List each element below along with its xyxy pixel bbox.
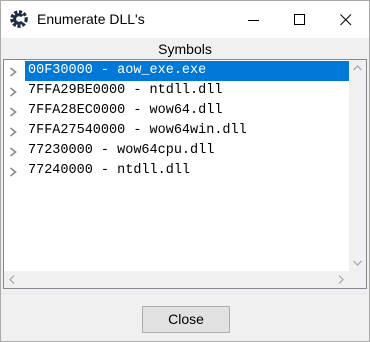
list-header: Symbols	[1, 38, 369, 60]
vertical-scrollbar[interactable]	[349, 60, 366, 271]
scroll-left-arrow-icon[interactable]	[9, 275, 15, 284]
list-item-text: 7FFA28EC0000 - wow64.dll	[28, 103, 223, 118]
list-item-text: 00F30000 - aow_exe.exe	[28, 63, 207, 78]
list-item-text: 7FFA29BE0000 - ntdll.dll	[28, 83, 223, 98]
list-item[interactable]: 77240000 - ntdll.dll	[4, 161, 350, 181]
title-bar[interactable]: Enumerate DLL's	[1, 1, 369, 38]
list-item-text: 77240000 - ntdll.dll	[28, 163, 191, 178]
symbols-list[interactable]: 00F30000 - aow_exe.exe 7FFA29BE0000 - nt…	[3, 59, 367, 289]
minimize-button[interactable]	[231, 1, 277, 38]
divider	[1, 293, 369, 294]
close-button[interactable]: Close	[142, 306, 230, 333]
chevron-right-icon[interactable]	[9, 87, 18, 97]
window-title: Enumerate DLL's	[37, 11, 145, 27]
list-item-text: 77230000 - wow64cpu.dll	[28, 143, 215, 158]
chevron-right-icon[interactable]	[9, 127, 18, 137]
chevron-right-icon[interactable]	[9, 67, 18, 77]
list-item-text: 7FFA27540000 - wow64win.dll	[28, 123, 247, 138]
scroll-down-arrow-icon[interactable]	[353, 260, 362, 266]
close-icon	[340, 14, 352, 26]
maximize-icon	[294, 14, 305, 25]
chevron-right-icon[interactable]	[9, 107, 18, 117]
scroll-right-arrow-icon[interactable]	[338, 275, 344, 284]
list-item[interactable]: 00F30000 - aow_exe.exe	[4, 61, 350, 81]
chevron-right-icon[interactable]	[9, 147, 18, 157]
list-item[interactable]: 7FFA28EC0000 - wow64.dll	[4, 101, 350, 121]
cheat-engine-icon	[10, 10, 28, 28]
list-item[interactable]: 7FFA29BE0000 - ntdll.dll	[4, 81, 350, 101]
symbols-rows: 00F30000 - aow_exe.exe 7FFA29BE0000 - nt…	[4, 61, 350, 181]
chevron-right-icon[interactable]	[9, 167, 18, 177]
scroll-up-arrow-icon[interactable]	[353, 65, 362, 71]
scrollbar-corner	[349, 271, 366, 288]
horizontal-scrollbar[interactable]	[4, 271, 349, 288]
minimize-icon	[248, 20, 259, 21]
list-item[interactable]: 7FFA27540000 - wow64win.dll	[4, 121, 350, 141]
maximize-button[interactable]	[277, 1, 323, 38]
close-window-button[interactable]	[323, 1, 369, 38]
list-item[interactable]: 77230000 - wow64cpu.dll	[4, 141, 350, 161]
enumerate-dlls-window: Enumerate DLL's Symbols 00F30000 - aow_e…	[0, 0, 370, 342]
symbols-header-label: Symbols	[158, 41, 212, 57]
